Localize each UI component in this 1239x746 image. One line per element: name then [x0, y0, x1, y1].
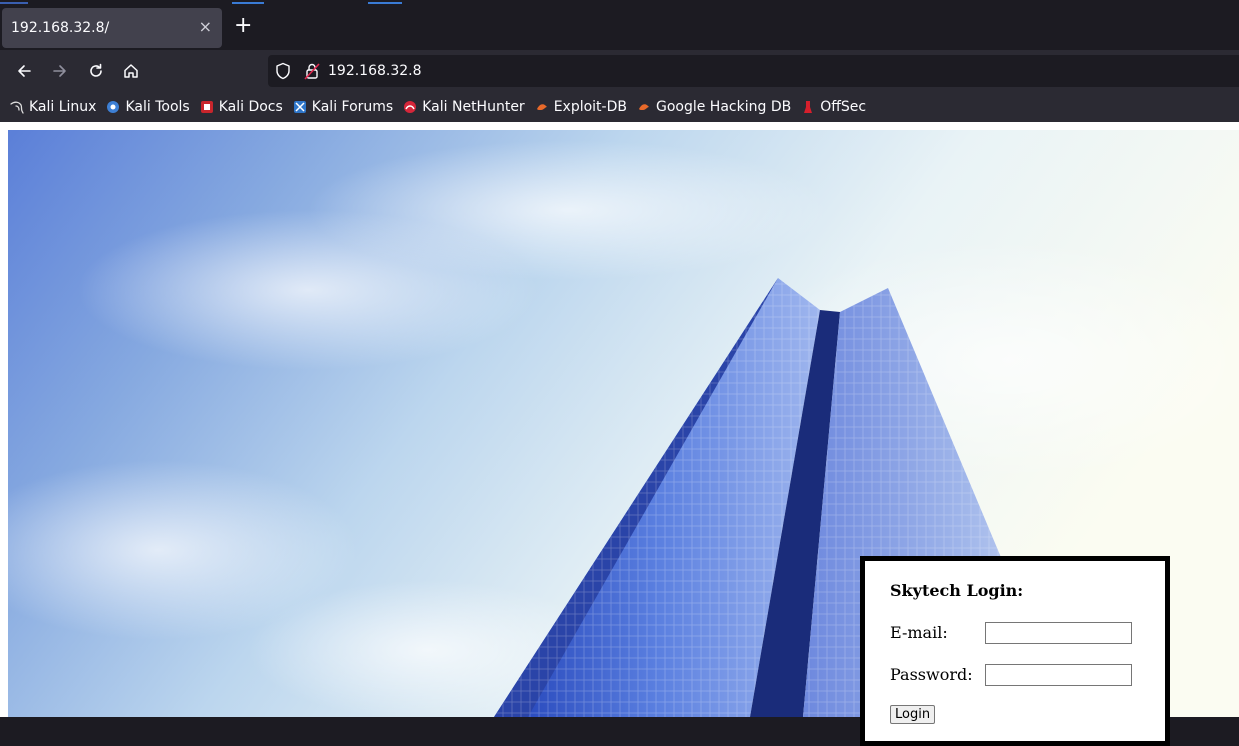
tab-title: 192.168.32.8/	[11, 20, 110, 36]
new-tab-button[interactable]: +	[234, 15, 252, 37]
forward-arrow-icon	[53, 65, 66, 77]
bookmark-exploit-db[interactable]: Exploit-DB	[535, 99, 627, 115]
window-tab-indicator	[0, 2, 28, 4]
forward-button[interactable]	[48, 59, 72, 83]
bookmark-google-hacking-db[interactable]: Google Hacking DB	[637, 99, 791, 115]
bookmark-label: Kali NetHunter	[422, 99, 525, 115]
ghdb-icon	[638, 104, 649, 110]
login-form: Skytech Login: E-mail: Password: Login	[860, 556, 1170, 746]
browser-tab[interactable]: 192.168.32.8/ ×	[2, 8, 222, 48]
back-arrow-icon	[18, 65, 31, 77]
bookmark-kali-nethunter[interactable]: Kali NetHunter	[403, 99, 525, 115]
bookmark-kali-docs[interactable]: Kali Docs	[200, 99, 283, 115]
bookmark-label: Kali Tools	[125, 99, 190, 115]
bookmarks-toolbar: Kali Linux Kali Tools Kali Docs Kali For…	[0, 92, 1239, 122]
email-label: E-mail:	[890, 623, 948, 642]
bookmark-kali-linux[interactable]: Kali Linux	[10, 99, 96, 115]
reload-icon	[90, 63, 102, 77]
navigation-toolbar	[0, 50, 1239, 92]
url-input[interactable]	[328, 59, 928, 83]
password-field[interactable]	[985, 664, 1132, 686]
window-tab-indicator	[368, 2, 402, 4]
insecure-lock-icon[interactable]	[304, 62, 320, 80]
bookmark-label: Kali Forums	[311, 99, 394, 115]
login-button[interactable]: Login	[890, 705, 936, 724]
address-bar[interactable]	[268, 55, 1239, 87]
bookmark-kali-tools[interactable]: Kali Tools	[106, 99, 190, 115]
bookmark-label: OffSec	[820, 99, 867, 115]
kali-tools-icon	[107, 101, 120, 113]
shield-icon[interactable]	[275, 62, 291, 80]
close-tab-icon[interactable]: ×	[199, 17, 212, 36]
password-label: Password:	[890, 665, 973, 684]
nethunter-icon	[404, 101, 417, 113]
kali-dragon-icon	[10, 101, 24, 114]
kali-docs-icon	[200, 101, 213, 113]
window-tab-indicator	[232, 2, 264, 4]
login-title: Skytech Login:	[890, 581, 1024, 600]
page-content: Skytech Login: E-mail: Password: Login	[0, 122, 1239, 746]
home-button[interactable]	[119, 59, 143, 83]
bookmark-kali-forums[interactable]: Kali Forums	[293, 99, 393, 115]
bookmark-offsec[interactable]: OffSec	[801, 99, 866, 115]
offsec-icon	[804, 101, 813, 113]
email-field[interactable]	[985, 622, 1132, 644]
bookmark-label: Kali Linux	[29, 99, 97, 115]
exploit-db-icon	[536, 104, 547, 110]
bookmark-label: Kali Docs	[218, 99, 283, 115]
reload-button[interactable]	[84, 59, 108, 83]
home-icon	[124, 64, 138, 78]
back-button[interactable]	[12, 59, 36, 83]
bookmark-label: Exploit-DB	[553, 99, 627, 115]
kali-forums-icon	[293, 101, 306, 113]
tab-bar: 192.168.32.8/ × +	[0, 6, 1239, 50]
bookmark-label: Google Hacking DB	[655, 99, 792, 115]
